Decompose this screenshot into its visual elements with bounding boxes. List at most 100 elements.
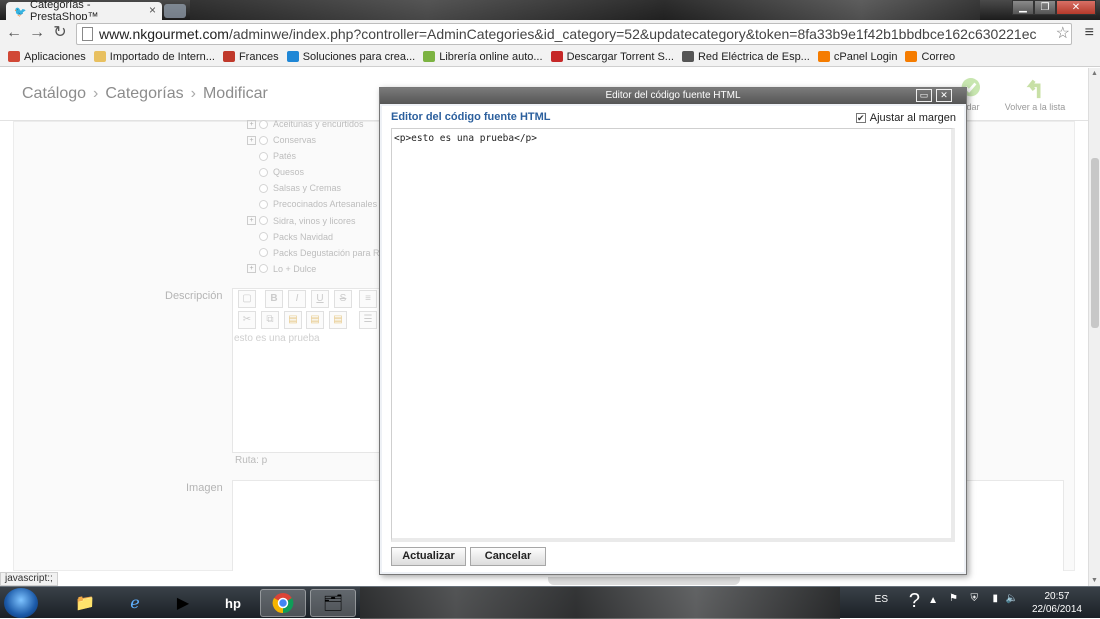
wrap-option[interactable]: ✔ Ajustar al margen <box>855 112 956 124</box>
dialog-maximize-icon[interactable]: ▭ <box>916 89 932 102</box>
tab-close-icon[interactable]: × <box>149 3 156 17</box>
media-player-icon[interactable]: ▶ <box>160 589 206 617</box>
reload-button[interactable]: ↻ <box>50 23 70 43</box>
tree-node[interactable]: Packs Navidad <box>247 229 385 245</box>
folder-app-icon[interactable]: 🗂 <box>310 589 356 617</box>
flag-icon[interactable]: ⚑ <box>949 593 958 604</box>
new-tab-button[interactable] <box>164 4 186 18</box>
network-icon[interactable]: ▮ <box>992 593 998 604</box>
bookmark-item[interactable]: cPanel Login <box>817 51 897 63</box>
scroll-up-icon[interactable]: ▲ <box>1091 70 1098 77</box>
browser-tab[interactable]: 🐦 Categorías - PrestaShop™ × <box>6 0 162 23</box>
bookmark-item[interactable]: Aplicaciones <box>8 51 86 63</box>
category-radio[interactable] <box>259 167 268 177</box>
security-icon[interactable]: ⛨ <box>971 593 979 604</box>
paste-word-icon[interactable]: ▤ <box>329 311 347 329</box>
expand-icon[interactable]: + <box>247 135 256 145</box>
bookmark-item[interactable]: Soluciones para crea... <box>286 51 415 63</box>
category-radio[interactable] <box>259 232 268 242</box>
page-scrollbar[interactable]: ▲ ▼ <box>1088 68 1100 586</box>
browser-menu-icon[interactable]: ≡ <box>1085 24 1094 42</box>
tree-node-label: Quesos <box>273 167 305 178</box>
tray-expand-icon[interactable]: ▲ <box>928 595 938 606</box>
category-radio[interactable] <box>259 248 268 258</box>
expand-icon[interactable]: + <box>247 216 256 226</box>
cancel-button[interactable]: Cancelar <box>470 547 546 566</box>
bookmark-item[interactable]: Librería online auto... <box>423 51 543 63</box>
explorer-icon[interactable]: 📁 <box>62 589 108 617</box>
tree-node[interactable]: Packs Degustación para Re <box>247 245 385 261</box>
tree-node[interactable]: + Conservas <box>247 132 385 148</box>
html-code-textarea[interactable]: <p>esto es una prueba</p> <box>391 128 955 542</box>
volume-icon[interactable]: 🔈 <box>1006 593 1018 604</box>
help-icon[interactable]: ? <box>909 590 920 613</box>
tree-node[interactable]: Quesos <box>247 164 385 180</box>
breadcrumb-catalogo[interactable]: Catálogo <box>22 85 86 102</box>
breadcrumb-categorias[interactable]: Categorías <box>105 85 183 102</box>
expand-icon[interactable]: + <box>247 119 256 129</box>
new-document-icon[interactable]: ▢ <box>238 290 256 308</box>
tree-node[interactable]: Patés <box>247 148 385 164</box>
wrap-checkbox[interactable]: ✔ <box>855 113 866 123</box>
tree-node[interactable]: Salsas y Cremas <box>247 180 385 196</box>
italic-icon[interactable]: I <box>288 290 306 308</box>
hp-icon[interactable]: hp <box>210 589 256 617</box>
internet-explorer-icon[interactable]: ℯ <box>112 589 158 617</box>
paste-icon[interactable]: ▤ <box>284 311 302 329</box>
window-maximize-button[interactable]: ❐ <box>1034 0 1056 15</box>
bookmark-star-icon[interactable]: ☆ <box>1056 23 1070 43</box>
dialog-title-bar[interactable]: Editor del código fuente HTML ▭ ✕ <box>380 88 966 104</box>
prestashop-favicon-icon: 🐦 <box>14 6 27 18</box>
back-button[interactable]: ← <box>4 23 24 43</box>
category-radio[interactable] <box>259 200 268 210</box>
cut-icon[interactable]: ✂ <box>238 311 256 329</box>
scroll-down-icon[interactable]: ▼ <box>1091 577 1098 584</box>
tree-node[interactable]: Precocinados Artesanales <box>247 196 385 212</box>
chrome-icon[interactable] <box>260 589 306 617</box>
bookmarks-bar: Aplicaciones Importado de Intern... France… <box>0 47 1100 67</box>
start-button[interactable] <box>4 588 38 618</box>
tree-node[interactable]: + Aceitunas y encurtidos <box>247 116 385 132</box>
status-bar: javascript:; <box>0 572 58 586</box>
update-button[interactable]: Actualizar <box>391 547 466 566</box>
category-radio[interactable] <box>259 151 268 161</box>
cpanel-icon <box>905 51 918 62</box>
category-radio[interactable] <box>259 264 268 274</box>
category-radio[interactable] <box>259 183 268 193</box>
scrollbar-thumb[interactable] <box>1091 158 1099 328</box>
category-radio[interactable] <box>259 216 268 226</box>
strikethrough-icon[interactable]: S <box>334 290 352 308</box>
system-clock[interactable]: 20:57 22/06/2014 <box>1032 590 1082 616</box>
window-close-button[interactable]: ✕ <box>1056 0 1096 15</box>
language-indicator[interactable]: ES <box>875 594 888 605</box>
copy-icon[interactable]: ⧉ <box>261 311 279 329</box>
bookmark-item[interactable]: Correo <box>905 51 955 63</box>
clock-date: 22/06/2014 <box>1031 604 1082 615</box>
window-minimize-button[interactable]: ▁ <box>1012 0 1034 15</box>
underline-icon[interactable]: U <box>311 290 329 308</box>
bookmark-label: Aplicaciones <box>24 50 86 63</box>
bold-icon[interactable]: B <box>265 290 283 308</box>
forward-button[interactable]: → <box>27 23 47 43</box>
tree-node[interactable]: + Sidra, vinos y licores <box>247 213 385 229</box>
category-radio[interactable] <box>259 135 268 145</box>
bookmark-item[interactable]: Frances <box>222 51 279 63</box>
expand-icon[interactable]: + <box>247 264 256 274</box>
folder-icon <box>93 51 106 62</box>
browser-title-bar: 🐦 Categorías - PrestaShop™ × ▁ ❐ ✕ <box>0 0 1100 23</box>
tree-node-label: Conservas <box>273 135 317 146</box>
address-bar[interactable]: www.nkgourmet.com/adminwe/index.php?cont… <box>76 23 1072 45</box>
dialog-close-icon[interactable]: ✕ <box>936 89 952 102</box>
paste-text-icon[interactable]: ▤ <box>306 311 324 329</box>
tree-node[interactable]: + Lo + Dulce <box>247 261 385 277</box>
align-left-icon[interactable]: ≡ <box>359 290 377 308</box>
bookmark-item[interactable]: Importado de Intern... <box>93 51 215 63</box>
category-tree: + Aceitunas y encurtidos + Conservas Patés Qu… <box>247 116 385 277</box>
bookmark-item[interactable]: Red Eléctrica de Esp... <box>681 51 810 63</box>
bullet-list-icon[interactable]: ☰ <box>359 311 377 329</box>
red-electrica-icon <box>681 51 694 62</box>
category-radio[interactable] <box>259 119 268 129</box>
return-arrow-icon <box>1026 79 1041 99</box>
back-to-list-button[interactable]: Volver a la lista <box>1003 78 1067 112</box>
bookmark-item[interactable]: Descargar Torrent S... <box>550 51 674 63</box>
